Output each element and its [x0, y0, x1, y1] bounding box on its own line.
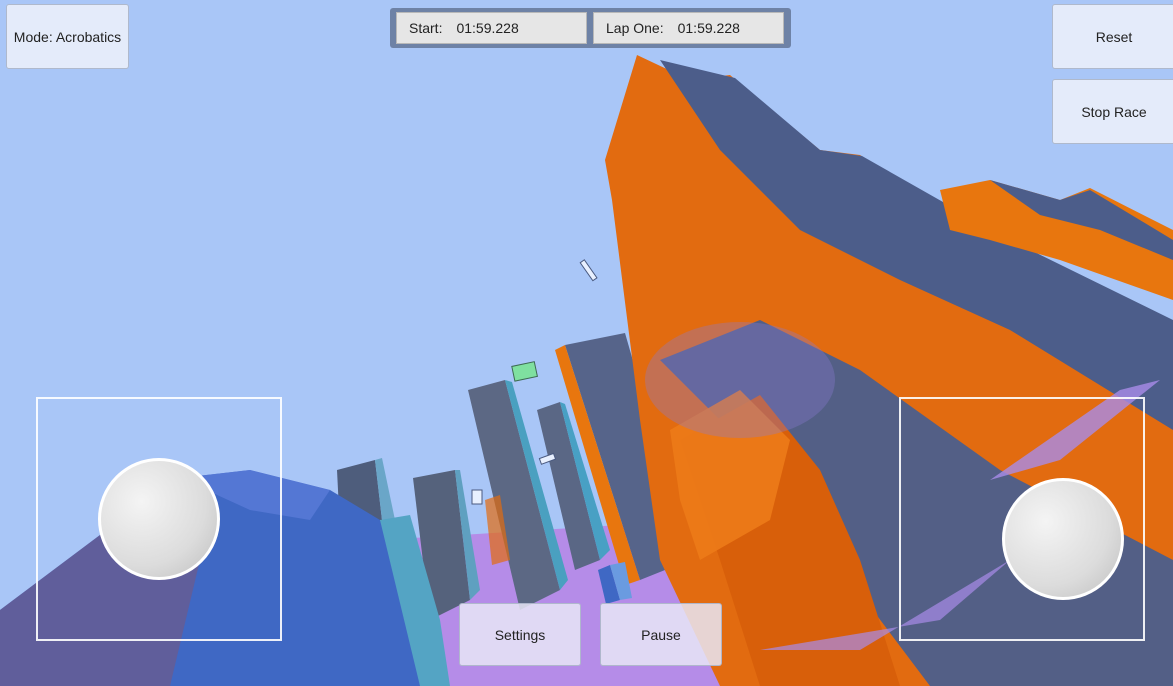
lap-timer: Lap One: 01:59.228	[593, 12, 784, 44]
left-joystick-area[interactable]	[36, 397, 282, 641]
pause-button[interactable]: Pause	[600, 603, 722, 666]
reset-button[interactable]: Reset	[1052, 4, 1173, 69]
lap-timer-value: 01:59.228	[677, 20, 740, 36]
game-viewport: Mode: Acrobatics Reset Stop Race Start: …	[0, 0, 1173, 686]
start-timer-value: 01:59.228	[456, 20, 519, 36]
left-joystick-knob[interactable]	[98, 458, 220, 580]
lap-timer-label: Lap One:	[606, 20, 664, 36]
transparent-dome	[645, 322, 835, 438]
stop-race-button[interactable]: Stop Race	[1052, 79, 1173, 144]
right-joystick-area[interactable]	[899, 397, 1145, 641]
start-timer-label: Start:	[409, 20, 443, 36]
race-timer-panel: Start: 01:59.228 Lap One: 01:59.228	[390, 8, 791, 48]
right-joystick-knob[interactable]	[1002, 478, 1124, 600]
start-timer: Start: 01:59.228	[396, 12, 587, 44]
settings-button[interactable]: Settings	[459, 603, 581, 666]
checkpoint-gate	[471, 489, 483, 505]
mode-button[interactable]: Mode: Acrobatics	[6, 4, 129, 69]
